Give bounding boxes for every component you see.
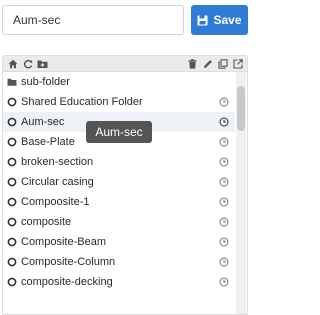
circle-icon xyxy=(7,117,17,127)
list-item-label: Compoosite-1 xyxy=(21,196,90,208)
list-item[interactable]: Composite-Beam xyxy=(3,232,235,252)
floppy-disk-icon xyxy=(197,15,208,26)
list-item-label: broken-section xyxy=(21,156,94,168)
tooltip-text: Aum-sec xyxy=(95,125,143,139)
new-folder-icon[interactable] xyxy=(37,58,48,69)
circle-icon xyxy=(7,97,17,107)
circle-icon xyxy=(7,237,17,247)
scrollbar-thumb[interactable] xyxy=(237,86,245,131)
circle-icon xyxy=(7,177,17,187)
clock-icon xyxy=(219,217,229,227)
top-bar: Save xyxy=(0,0,253,44)
copy-icon[interactable] xyxy=(217,58,228,69)
tooltip: Aum-sec xyxy=(86,121,152,143)
clock-icon xyxy=(219,137,229,147)
list-item[interactable]: composite xyxy=(3,212,235,232)
list-item-label: sub-folder xyxy=(21,76,70,88)
pencil-icon[interactable] xyxy=(202,58,213,69)
home-icon[interactable] xyxy=(7,58,18,69)
list-item[interactable]: Composite-Column xyxy=(3,252,235,272)
item-list: sub-folder Shared Education Folder Aum-sec… xyxy=(3,72,235,292)
clock-icon xyxy=(219,177,229,187)
clock-icon xyxy=(219,157,229,167)
list-item-label: composite-decking xyxy=(21,276,113,288)
toolbar-right-group xyxy=(187,58,243,69)
external-link-icon[interactable] xyxy=(232,58,243,69)
circle-icon xyxy=(7,217,17,227)
clock-icon xyxy=(219,197,229,207)
toolbar-left-group xyxy=(7,58,48,69)
circle-icon xyxy=(7,257,17,267)
list-item-label: Circular casing xyxy=(21,176,94,188)
refresh-icon[interactable] xyxy=(22,58,33,69)
list-item[interactable]: Compoosite-1 xyxy=(3,192,235,212)
clock-icon xyxy=(219,97,229,107)
clock-icon xyxy=(219,277,229,287)
circle-icon xyxy=(7,157,17,167)
browser-toolbar xyxy=(3,56,247,72)
list-item-label: composite xyxy=(21,216,72,228)
save-button-label: Save xyxy=(213,13,242,27)
list-item-label: Composite-Beam xyxy=(21,236,106,248)
list-item[interactable]: Circular casing xyxy=(3,172,235,192)
clock-icon xyxy=(219,117,229,127)
list-item-label: Base-Plate xyxy=(21,136,75,148)
list-item-label: Shared Education Folder xyxy=(21,96,143,108)
save-button[interactable]: Save xyxy=(191,5,248,35)
list-item-label: Composite-Column xyxy=(21,256,116,268)
list-item[interactable]: Shared Education Folder xyxy=(3,92,235,112)
circle-icon xyxy=(7,197,17,207)
circle-icon xyxy=(7,277,17,287)
list-item[interactable]: sub-folder xyxy=(3,72,235,92)
list-item-label: Aum-sec xyxy=(21,116,65,128)
name-input[interactable] xyxy=(2,5,184,35)
circle-icon xyxy=(7,137,17,147)
clock-icon xyxy=(219,237,229,247)
vertical-scrollbar[interactable] xyxy=(236,72,246,314)
list-item[interactable]: broken-section xyxy=(3,152,235,172)
folder-icon xyxy=(7,77,17,87)
file-browser-panel: sub-folder Shared Education Folder Aum-sec… xyxy=(2,55,248,315)
trash-icon[interactable] xyxy=(187,58,198,69)
clock-icon xyxy=(219,257,229,267)
list-item[interactable]: composite-decking xyxy=(3,272,235,292)
